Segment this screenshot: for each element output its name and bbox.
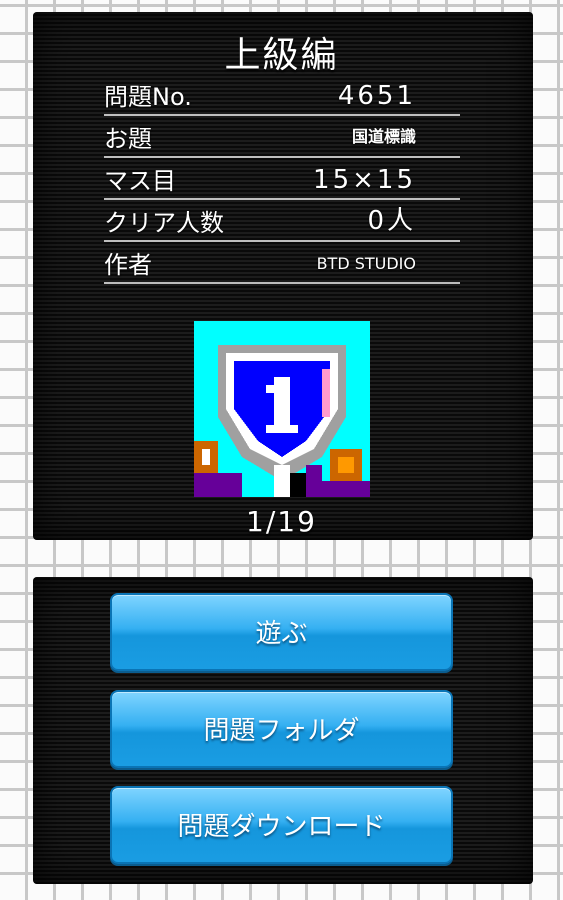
info-value: BTD STUDIO bbox=[316, 254, 416, 273]
info-row-grid-size: マス目 15×15 bbox=[104, 158, 460, 200]
page-title: 上級編 bbox=[224, 35, 339, 76]
info-value: 15×15 bbox=[313, 165, 416, 195]
info-value: 4651 bbox=[337, 81, 416, 111]
info-label: クリア人数 bbox=[104, 209, 224, 237]
puzzle-download-button[interactable]: 問題ダウンロード bbox=[110, 786, 453, 864]
info-label: 作者 bbox=[104, 251, 152, 279]
info-row-clear-count: クリア人数 0人 bbox=[104, 200, 460, 242]
preview-page-indicator: 1/19 bbox=[246, 505, 317, 538]
puzzle-info-table: 問題No. 4651 お題 国道標識 マス目 15×15 クリア人数 0人 作者… bbox=[104, 74, 460, 284]
info-label: 問題No. bbox=[104, 83, 192, 111]
info-row-author: 作者 BTD STUDIO bbox=[104, 242, 460, 284]
puzzle-preview-image[interactable] bbox=[194, 321, 370, 497]
info-value: 国道標識 bbox=[351, 127, 416, 146]
info-row-number: 問題No. 4651 bbox=[104, 74, 460, 116]
info-label: お題 bbox=[104, 125, 152, 153]
info-row-theme: お題 国道標識 bbox=[104, 116, 460, 158]
play-button[interactable]: 遊ぶ bbox=[110, 593, 453, 671]
info-label: マス目 bbox=[104, 167, 176, 195]
info-value: 0人 bbox=[367, 206, 416, 236]
puzzle-folder-button[interactable]: 問題フォルダ bbox=[110, 690, 453, 768]
